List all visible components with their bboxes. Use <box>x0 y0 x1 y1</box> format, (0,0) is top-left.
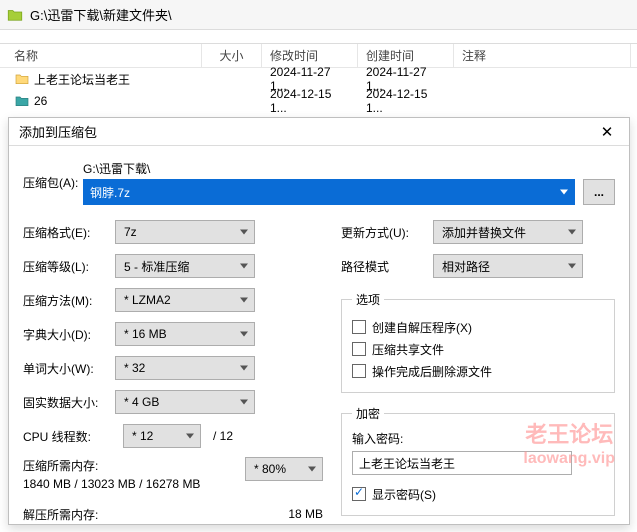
col-size[interactable]: 大小 <box>202 44 262 67</box>
show-password-checkbox[interactable]: ✓ <box>352 487 366 501</box>
pathmode-select[interactable]: 相对路径 <box>433 254 583 278</box>
dict-label: 字典大小(D): <box>23 326 115 343</box>
delete-label: 操作完成后删除源文件 <box>372 363 492 380</box>
chevron-down-icon <box>240 366 248 371</box>
show-password-label: 显示密码(S) <box>372 486 436 503</box>
chevron-down-icon <box>240 264 248 269</box>
mem-decompress-label: 解压所需内存: <box>23 506 288 523</box>
browse-button[interactable]: ... <box>583 179 615 205</box>
add-to-archive-dialog: 添加到压缩包 ✕ 压缩包(A): G:\迅雷下载\ ... 压缩格式(E <box>8 117 630 525</box>
chevron-down-icon[interactable] <box>560 190 568 195</box>
file-mtime: 2024-12-15 1... <box>262 85 358 117</box>
dict-select[interactable]: * 16 MB <box>115 322 255 346</box>
password-input[interactable] <box>352 451 572 475</box>
chevron-down-icon <box>308 467 316 472</box>
folder-icon <box>6 6 24 24</box>
chevron-down-icon <box>568 230 576 235</box>
mem-compress-label: 压缩所需内存: <box>23 457 245 475</box>
format-select[interactable]: 7z <box>115 220 255 244</box>
mem-percent-select[interactable]: * 80% <box>245 457 323 481</box>
method-select[interactable]: * LZMA2 <box>115 288 255 312</box>
solid-label: 固实数据大小: <box>23 394 115 411</box>
dialog-title: 添加到压缩包 <box>19 122 589 141</box>
word-select[interactable]: * 32 <box>115 356 255 380</box>
archive-label: 压缩包(A): <box>23 174 83 191</box>
mem-decompress-value: 18 MB <box>288 507 323 521</box>
delete-checkbox[interactable] <box>352 364 366 378</box>
archive-dir: G:\迅雷下载\ <box>83 160 615 177</box>
options-legend: 选项 <box>352 291 384 308</box>
solid-select[interactable]: * 4 GB <box>115 390 255 414</box>
password-label: 输入密码: <box>352 430 604 447</box>
share-label: 压缩共享文件 <box>372 341 444 358</box>
options-fieldset: 选项 创建自解压程序(X) 压缩共享文件 操作完成后删除源文件 <box>341 291 615 393</box>
format-label: 压缩格式(E): <box>23 224 115 241</box>
close-icon[interactable]: ✕ <box>589 121 625 143</box>
chevron-down-icon <box>240 400 248 405</box>
update-select[interactable]: 添加并替换文件 <box>433 220 583 244</box>
threads-total: / 12 <box>213 429 233 443</box>
archive-name-input[interactable] <box>83 179 575 205</box>
encryption-fieldset: 加密 输入密码: ✓ 显示密码(S) <box>341 405 615 516</box>
share-checkbox[interactable] <box>352 342 366 356</box>
folder-icon <box>14 71 30 87</box>
file-name: 上老王论坛当老王 <box>34 71 130 88</box>
file-ctime: 2024-12-15 1... <box>358 85 454 117</box>
chevron-down-icon <box>240 230 248 235</box>
encryption-legend: 加密 <box>352 405 384 422</box>
mem-compress-detail: 1840 MB / 13023 MB / 16278 MB <box>23 475 245 493</box>
sfx-label: 创建自解压程序(X) <box>372 319 472 336</box>
word-label: 单词大小(W): <box>23 360 115 377</box>
chevron-down-icon <box>240 298 248 303</box>
level-select[interactable]: 5 - 标准压缩 <box>115 254 255 278</box>
threads-label: CPU 线程数: <box>23 428 115 445</box>
sfx-checkbox[interactable] <box>352 320 366 334</box>
pathmode-label: 路径模式 <box>341 258 433 275</box>
update-label: 更新方式(U): <box>341 224 433 241</box>
level-label: 压缩等级(L): <box>23 258 115 275</box>
col-comment[interactable]: 注释 <box>454 44 631 67</box>
chevron-down-icon <box>186 434 194 439</box>
method-label: 压缩方法(M): <box>23 292 115 309</box>
col-name[interactable]: 名称 <box>6 44 202 67</box>
file-name: 26 <box>34 94 47 108</box>
folder-icon <box>14 93 30 109</box>
chevron-down-icon <box>568 264 576 269</box>
chevron-down-icon <box>240 332 248 337</box>
path-text: G:\迅雷下载\新建文件夹\ <box>30 5 172 24</box>
table-row[interactable]: 26 2024-12-15 1... 2024-12-15 1... <box>0 90 637 112</box>
threads-select[interactable]: * 12 <box>123 424 201 448</box>
